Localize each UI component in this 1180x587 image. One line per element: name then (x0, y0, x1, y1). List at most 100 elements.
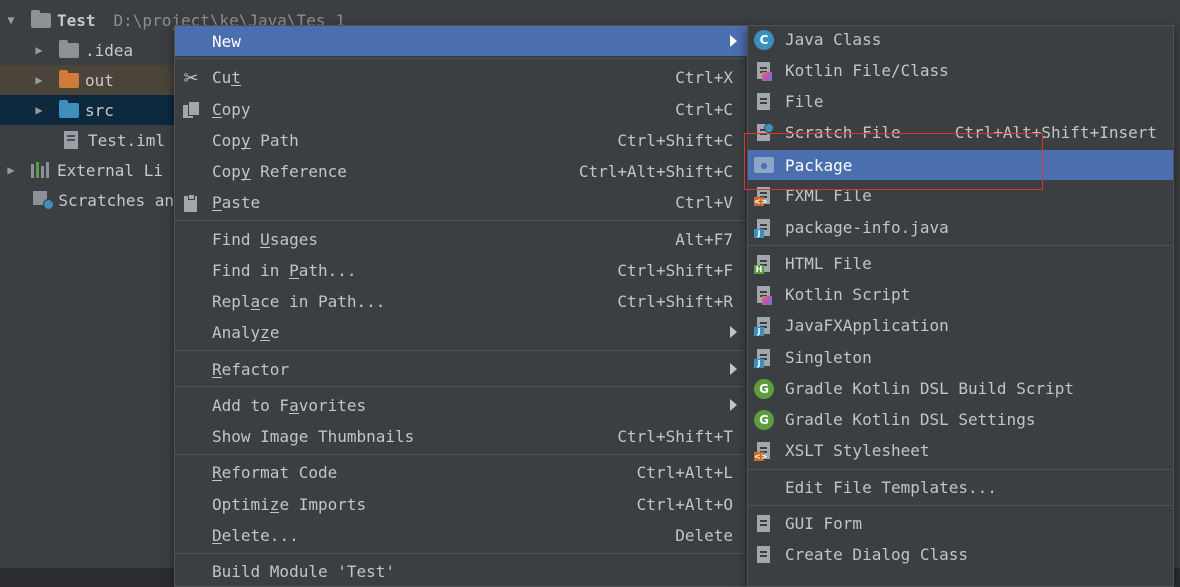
submenu-item-label: Kotlin File/Class (785, 60, 949, 80)
submenu-item-label: Edit File Templates... (785, 477, 997, 497)
submenu-item-fxml-file[interactable]: <> FXML File (748, 180, 1173, 210)
menu-item-shortcut: Ctrl+Alt+Shift+C (578, 161, 733, 181)
excluded-folder-icon (59, 69, 79, 88)
menu-item-label: Optimize Imports (212, 494, 367, 514)
submenu-item-xslt-stylesheet[interactable]: <> XSLT Stylesheet (748, 435, 1173, 465)
chevron-down-icon[interactable]: ▼ (5, 13, 17, 27)
tree-item-scratches[interactable]: Scratches an (0, 185, 174, 215)
module-folder-icon (31, 9, 51, 28)
scratch-file-icon (754, 123, 774, 143)
submenu-arrow-icon (730, 326, 737, 338)
menu-item-shortcut: Ctrl+Shift+R (617, 291, 733, 311)
submenu-item-java-class[interactable]: C Java Class (748, 24, 1173, 54)
tree-item-out[interactable]: ▶ out (0, 65, 174, 95)
context-menu: New ✂ Cut Ctrl+X Copy Ctrl+C Copy Path C… (174, 25, 748, 587)
submenu-item-gui-form[interactable]: GUI Form (748, 508, 1173, 538)
menu-item-label: Paste (212, 192, 261, 212)
menu-item-label: Cut (212, 67, 241, 87)
copy-icon (181, 100, 201, 120)
submenu-item-kotlin-file[interactable]: Kotlin File/Class (748, 55, 1173, 85)
submenu-item-gradle-build-script[interactable]: G Gradle Kotlin DSL Build Script (748, 373, 1173, 403)
menu-item-label: Find in Path... (212, 260, 357, 280)
menu-item-refactor[interactable]: Refactor (175, 354, 747, 384)
submenu-item-label: GUI Form (785, 513, 863, 533)
menu-item-show-image-thumbnails[interactable]: Show Image Thumbnails Ctrl+Shift+T (175, 421, 747, 451)
chevron-right-icon[interactable]: ▶ (33, 73, 45, 87)
source-folder-icon (59, 99, 79, 118)
tree-item-test-iml[interactable]: Test.iml (0, 125, 174, 155)
submenu-item-package[interactable]: Package (748, 150, 1173, 180)
menu-item-build-module[interactable]: Build Module 'Test' (175, 556, 747, 586)
menu-item-delete[interactable]: Delete... Delete (175, 520, 747, 550)
scissors-icon: ✂ (183, 67, 199, 89)
menu-item-label: Find Usages (212, 229, 318, 249)
menu-item-label: Copy Reference (212, 161, 347, 181)
submenu-item-label: Kotlin Script (785, 284, 911, 304)
submenu-item-kotlin-script[interactable]: Kotlin Script (748, 279, 1173, 309)
submenu-item-html-file[interactable]: H HTML File (748, 248, 1173, 278)
menu-item-add-to-favorites[interactable]: Add to Favorites (175, 390, 747, 420)
tree-item-external-libraries[interactable]: ▶ External Li (0, 155, 174, 185)
menu-item-replace-in-path[interactable]: Replace in Path... Ctrl+Shift+R (175, 286, 747, 316)
gradle-icon: G (754, 410, 774, 430)
submenu-item-file[interactable]: File (748, 86, 1173, 116)
submenu-item-label: Gradle Kotlin DSL Build Script (785, 378, 1074, 398)
folder-icon (59, 39, 79, 58)
menu-item-cut[interactable]: ✂ Cut Ctrl+X (175, 62, 747, 92)
menu-item-copy[interactable]: Copy Ctrl+C (175, 94, 747, 124)
menu-item-find-usages[interactable]: Find Usages Alt+F7 (175, 224, 747, 254)
menu-item-label: Delete... (212, 525, 299, 545)
tree-root-label: Test (57, 10, 96, 30)
submenu-arrow-icon (730, 35, 737, 47)
menu-item-analyze[interactable]: Analyze (175, 317, 747, 347)
submenu-item-shortcut: Ctrl+Alt+Shift+Insert (954, 122, 1157, 142)
submenu-item-label: Create Dialog Class (785, 544, 969, 564)
menu-item-shortcut: Ctrl+Shift+F (617, 260, 733, 280)
library-icon (31, 162, 51, 178)
menu-item-shortcut: Alt+F7 (675, 229, 733, 249)
menu-item-label: Add to Favorites (212, 395, 367, 415)
menu-item-reformat-code[interactable]: Reformat Code Ctrl+Alt+L (175, 457, 747, 487)
menu-item-label: New (212, 31, 241, 51)
menu-item-label: Replace in Path... (212, 291, 386, 311)
chevron-right-icon[interactable]: ▶ (33, 103, 45, 117)
menu-item-copy-reference[interactable]: Copy Reference Ctrl+Alt+Shift+C (175, 156, 747, 186)
html-file-icon: H (754, 254, 774, 274)
submenu-item-label: File (785, 91, 824, 111)
tree-item-label: out (85, 70, 114, 90)
submenu-item-singleton[interactable]: J Singleton (748, 342, 1173, 372)
submenu-item-package-info[interactable]: J package-info.java (748, 212, 1173, 242)
menu-item-label: Refactor (212, 359, 290, 379)
submenu-arrow-icon (730, 399, 737, 411)
submenu-item-label: HTML File (785, 253, 872, 273)
menu-item-new[interactable]: New (175, 26, 747, 56)
submenu-item-label: Gradle Kotlin DSL Settings (785, 409, 1036, 429)
new-submenu: C Java Class Kotlin File/Class File Scra… (747, 25, 1174, 587)
chevron-right-icon[interactable]: ▶ (5, 163, 17, 177)
gui-form-icon (754, 514, 774, 534)
submenu-item-label: Scratch File (785, 122, 901, 142)
tree-item-label: External Li (57, 160, 163, 180)
tree-item-src[interactable]: ▶ src (0, 95, 174, 125)
menu-separator (748, 245, 1173, 246)
singleton-icon: J (754, 348, 774, 368)
submenu-item-scratch-file[interactable]: Scratch File Ctrl+Alt+Shift+Insert (748, 117, 1173, 147)
menu-item-label: Build Module 'Test' (212, 561, 396, 581)
submenu-item-javafx-application[interactable]: J JavaFXApplication (748, 310, 1173, 340)
submenu-item-label: Package (785, 155, 853, 175)
submenu-item-create-dialog-class[interactable]: Create Dialog Class (748, 539, 1173, 569)
submenu-item-label: Singleton (785, 347, 872, 367)
tree-item-label: Scratches an (58, 190, 174, 210)
menu-item-paste[interactable]: Paste Ctrl+V (175, 187, 747, 217)
submenu-item-gradle-settings[interactable]: G Gradle Kotlin DSL Settings (748, 404, 1173, 434)
clipboard-icon (181, 193, 201, 213)
submenu-item-edit-file-templates[interactable]: Edit File Templates... (748, 472, 1173, 502)
chevron-right-icon[interactable]: ▶ (33, 43, 45, 57)
menu-item-optimize-imports[interactable]: Optimize Imports Ctrl+Alt+O (175, 489, 747, 519)
package-icon (754, 157, 774, 173)
menu-item-copy-path[interactable]: Copy Path Ctrl+Shift+C (175, 125, 747, 155)
tree-item-idea[interactable]: ▶ .idea (0, 35, 174, 65)
menu-item-find-in-path[interactable]: Find in Path... Ctrl+Shift+F (175, 255, 747, 285)
menu-item-shortcut: Delete (675, 525, 733, 545)
menu-item-shortcut: Ctrl+C (675, 99, 733, 119)
